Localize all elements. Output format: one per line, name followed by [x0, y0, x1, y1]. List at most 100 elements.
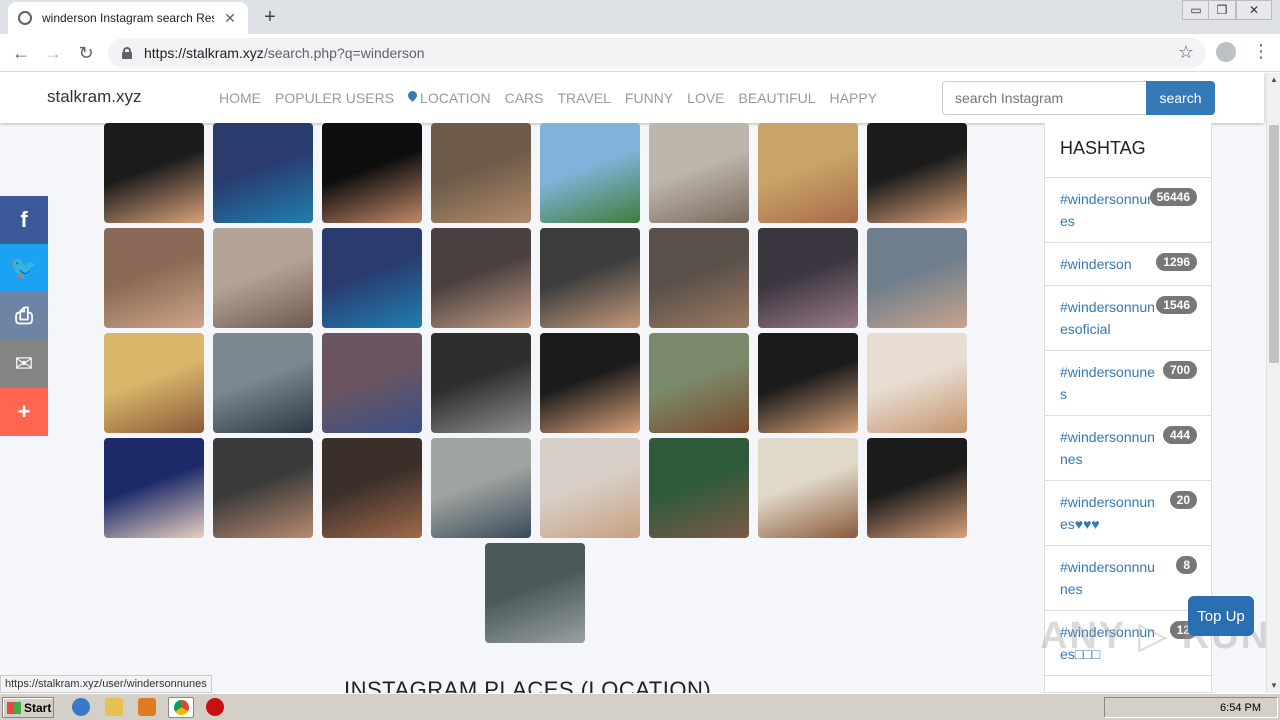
top-up-button[interactable]: Top Up [1188, 596, 1254, 636]
system-tray: 6:54 PM [1104, 697, 1278, 718]
profile-photo[interactable] [104, 438, 204, 538]
hashtag-label: #windersonunes [1060, 364, 1155, 402]
folder-icon[interactable] [105, 698, 123, 716]
email-icon[interactable]: ✉ [0, 340, 48, 388]
hashtag-item[interactable]: #windersonnunes♥♥♥ 20 [1045, 481, 1211, 546]
url-host: https://stalkram.xyz [144, 45, 264, 61]
start-label: Start [24, 700, 52, 715]
media-player-icon[interactable] [138, 698, 156, 716]
profile-photo[interactable] [758, 228, 858, 328]
hashtag-count-badge: 444 [1162, 426, 1197, 444]
hashtag-item[interactable]: #windersonnunes 56446 [1045, 178, 1211, 243]
profile-photo[interactable] [104, 333, 204, 433]
taskbar: Start 6:54 PM [0, 693, 1280, 720]
facebook-icon[interactable]: f [0, 196, 48, 244]
profile-photo[interactable] [540, 333, 640, 433]
profile-photo[interactable] [322, 123, 422, 223]
profile-photo[interactable] [540, 123, 640, 223]
profile-avatar-icon[interactable] [1216, 42, 1236, 62]
bookmark-star-icon[interactable]: ☆ [1178, 42, 1194, 63]
profile-photo[interactable] [758, 333, 858, 433]
site-brand[interactable]: stalkram.xyz [47, 87, 141, 107]
profile-photo[interactable] [431, 228, 531, 328]
profile-photo[interactable] [758, 438, 858, 538]
profile-photo[interactable] [322, 333, 422, 433]
reload-icon[interactable]: ↻ [75, 42, 97, 64]
url-path: /search.php?q=winderson [263, 45, 425, 61]
hashtag-item[interactable]: #windersonunes 700 [1045, 351, 1211, 416]
scroll-down-icon[interactable]: ▼ [1267, 679, 1280, 693]
close-window-button[interactable]: ✕ [1236, 0, 1272, 20]
profile-photo[interactable] [867, 333, 967, 433]
nav-location-wrap[interactable]: LOCATION [408, 90, 491, 106]
nav-love[interactable]: LOVE [687, 90, 724, 106]
hashtag-item[interactable]: #windersonnunnes 444 [1045, 416, 1211, 481]
profile-photo[interactable] [867, 228, 967, 328]
search-input[interactable] [942, 81, 1147, 115]
forward-icon[interactable]: → [42, 42, 64, 64]
print-icon[interactable]: ⎙ [0, 292, 48, 340]
profile-photo[interactable] [104, 123, 204, 223]
profile-photo[interactable] [431, 333, 531, 433]
scroll-thumb[interactable] [1269, 125, 1279, 363]
chrome-icon [173, 700, 189, 715]
hashtag-item[interactable]: #windersonnnunes 8 [1045, 546, 1211, 611]
site-nav-links: HOME POPULER USERS LOCATION CARS TRAVEL … [219, 90, 891, 106]
map-pin-icon [408, 91, 417, 103]
profile-photo[interactable] [649, 333, 749, 433]
hashtag-label: #windersonnunes♥♥♥ [1060, 494, 1155, 532]
profile-photo[interactable] [213, 438, 313, 538]
opera-icon[interactable] [206, 698, 224, 716]
browser-tab[interactable]: winderson Instagram search Result ✕ [8, 2, 248, 34]
browser-menu-icon[interactable]: ⋮ [1252, 41, 1270, 61]
ie-icon[interactable] [72, 698, 90, 716]
profile-photo[interactable] [649, 228, 749, 328]
start-button[interactable]: Start [2, 697, 54, 718]
scroll-up-icon[interactable]: ▲ [1267, 73, 1280, 87]
hashtag-count-badge: 1296 [1156, 253, 1197, 271]
profile-photo[interactable] [322, 438, 422, 538]
nav-happy[interactable]: HAPPY [830, 90, 877, 106]
page-scrollbar[interactable]: ▲ ▼ [1266, 73, 1280, 693]
search-button[interactable]: search [1146, 81, 1215, 115]
hashtag-count-badge: 20 [1169, 491, 1197, 509]
hashtag-label: #winderson [1060, 256, 1132, 272]
nav-home[interactable]: HOME [219, 90, 261, 106]
profile-photo[interactable] [104, 228, 204, 328]
nav-travel[interactable]: TRAVEL [557, 90, 610, 106]
profile-photo[interactable] [649, 438, 749, 538]
profile-photo[interactable] [867, 123, 967, 223]
tab-title: winderson Instagram search Result [42, 11, 214, 25]
profile-photo[interactable] [867, 438, 967, 538]
tab-close-icon[interactable]: ✕ [222, 10, 238, 27]
profile-photo[interactable] [431, 123, 531, 223]
restore-button[interactable]: ❐ [1208, 0, 1236, 20]
new-tab-button[interactable]: + [260, 6, 280, 29]
hashtag-label: #windersonnunes [1060, 191, 1155, 229]
hashtag-label: #windersonnunesoficial [1060, 299, 1155, 337]
address-bar[interactable]: https://stalkram.xyz/search.php?q=winder… [108, 38, 1206, 68]
back-icon[interactable]: ← [10, 42, 32, 64]
profile-photo[interactable] [213, 228, 313, 328]
hashtag-count-badge: 56446 [1149, 188, 1197, 206]
nav-cars[interactable]: CARS [505, 90, 544, 106]
more-icon[interactable]: + [0, 388, 48, 436]
profile-photo[interactable] [540, 438, 640, 538]
profile-photo[interactable] [431, 438, 531, 538]
profile-photo[interactable] [322, 228, 422, 328]
profile-photo[interactable] [213, 333, 313, 433]
profile-photo[interactable] [213, 123, 313, 223]
minimize-button[interactable]: ▭ [1182, 0, 1210, 20]
nav-populer-users[interactable]: POPULER USERS [275, 90, 394, 106]
profile-photo[interactable] [540, 228, 640, 328]
site-navbar: stalkram.xyz HOME POPULER USERS LOCATION… [0, 73, 1264, 123]
twitter-icon[interactable]: 🐦 [0, 244, 48, 292]
profile-photo[interactable] [485, 543, 585, 643]
hashtag-item[interactable]: #winderson 1296 [1045, 243, 1211, 286]
chrome-taskbar-button[interactable] [168, 697, 194, 718]
profile-photo[interactable] [649, 123, 749, 223]
nav-beautiful[interactable]: BEAUTIFUL [739, 90, 816, 106]
profile-photo[interactable] [758, 123, 858, 223]
hashtag-item[interactable]: #windersonnunesoficial 1546 [1045, 286, 1211, 351]
nav-funny[interactable]: FUNNY [625, 90, 673, 106]
